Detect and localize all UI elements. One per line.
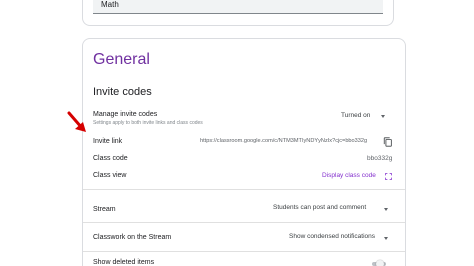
class-view-label: Class view bbox=[93, 172, 127, 179]
chevron-down-icon bbox=[384, 208, 388, 211]
chevron-down-icon bbox=[384, 237, 388, 240]
divider bbox=[83, 222, 405, 223]
red-arrow-icon bbox=[67, 111, 86, 132]
invite-link-label: Invite link bbox=[93, 138, 123, 145]
invite-codes-heading: Invite codes bbox=[93, 86, 152, 98]
divider bbox=[83, 189, 405, 190]
manage-invite-codes-sublabel: Settings apply to both invite links and … bbox=[93, 120, 203, 126]
classwork-on-stream-value: Show condensed notifications bbox=[289, 233, 376, 240]
stream-dropdown[interactable]: Students can post and comment bbox=[269, 202, 393, 214]
show-deleted-items-label: Show deleted items bbox=[93, 259, 155, 266]
general-settings-card: General Invite codes Manage invite codes… bbox=[82, 38, 406, 266]
subject-value: Math bbox=[101, 0, 119, 9]
classwork-on-stream-label: Classwork on the Stream bbox=[93, 234, 172, 241]
chevron-down-icon bbox=[381, 115, 385, 118]
copy-icon[interactable] bbox=[383, 137, 393, 147]
class-code-label: Class code bbox=[93, 155, 128, 162]
class-code-value: bbo332g bbox=[367, 155, 393, 162]
manage-invite-codes-value: Turned on bbox=[341, 112, 371, 119]
divider bbox=[83, 251, 405, 252]
classwork-on-stream-dropdown[interactable]: Show condensed notifications bbox=[285, 231, 393, 243]
invite-link-value: https://classroom.google.com/c/NTM3MTIyN… bbox=[200, 138, 368, 144]
toggle-knob bbox=[376, 260, 384, 266]
general-title: General bbox=[93, 51, 150, 68]
subject-card: Math bbox=[82, 0, 394, 26]
fullscreen-icon[interactable] bbox=[384, 172, 393, 181]
stream-value: Students can post and comment bbox=[273, 204, 367, 211]
manage-invite-codes-label: Manage invite codes bbox=[93, 111, 158, 118]
display-class-code-link[interactable]: Display class code bbox=[322, 172, 376, 179]
stream-label: Stream bbox=[93, 206, 116, 213]
manage-invite-codes-dropdown[interactable]: Turned on bbox=[337, 109, 391, 121]
subject-field[interactable]: Math bbox=[93, 0, 383, 14]
show-deleted-items-toggle[interactable] bbox=[372, 260, 388, 266]
